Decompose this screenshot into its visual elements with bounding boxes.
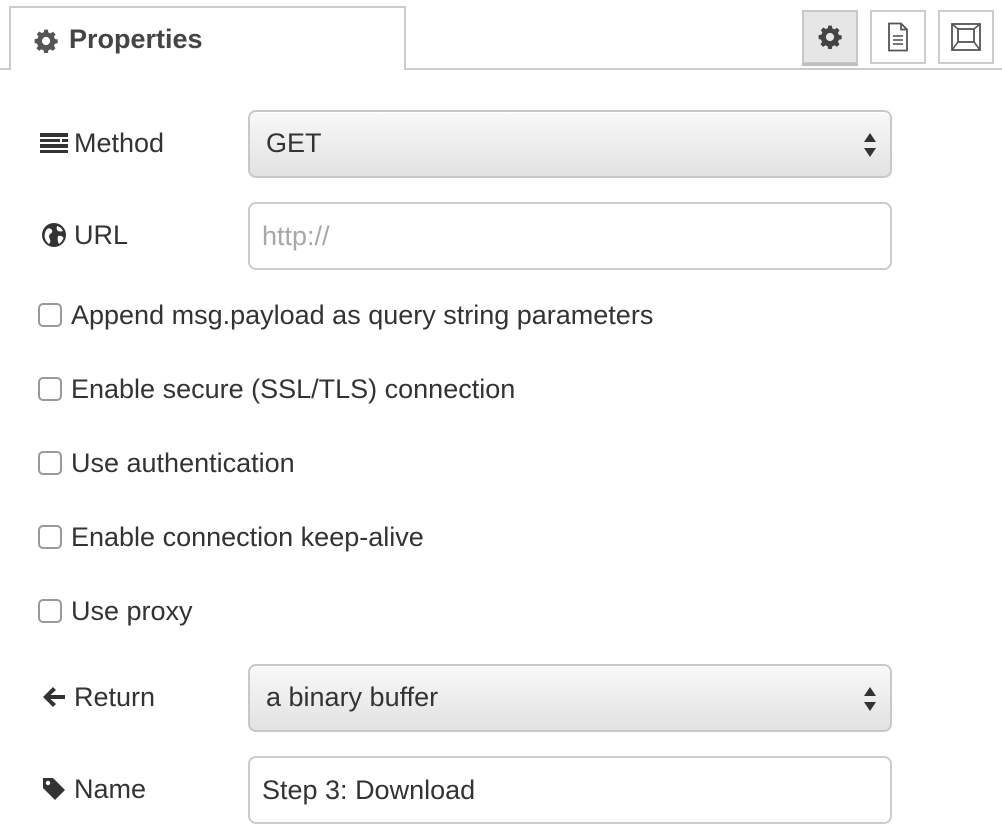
- url-input[interactable]: [248, 202, 892, 270]
- append-payload-checkbox[interactable]: [38, 303, 62, 327]
- return-label: Return: [40, 679, 155, 715]
- ssl-label: Enable secure (SSL/TLS) connection: [71, 373, 516, 404]
- proxy-label: Use proxy: [71, 595, 193, 626]
- description-button[interactable]: [870, 10, 926, 64]
- keep-alive-label: Enable connection keep-alive: [71, 521, 424, 552]
- select-arrows-icon: [862, 684, 878, 714]
- method-select-value: GET: [266, 128, 322, 158]
- return-select[interactable]: a binary buffer: [248, 664, 892, 732]
- append-payload-label: Append msg.payload as query string param…: [71, 299, 654, 330]
- globe-icon: [40, 221, 68, 249]
- gear-icon: [817, 24, 843, 50]
- checkbox-row-proxy[interactable]: Use proxy: [38, 593, 193, 629]
- frame-icon: [950, 22, 982, 52]
- proxy-checkbox[interactable]: [38, 599, 62, 623]
- gear-icon: [33, 28, 59, 54]
- tab-strip: Properties: [0, 0, 1002, 70]
- tab-properties[interactable]: Properties: [9, 6, 406, 70]
- properties-panel: Properties Method GET URL http:// Append…: [0, 0, 1002, 838]
- name-label: Name: [40, 771, 146, 807]
- settings-button[interactable]: [802, 10, 858, 66]
- url-label: URL: [40, 217, 128, 253]
- appearance-button[interactable]: [938, 10, 994, 64]
- return-select-value: a binary buffer: [266, 682, 439, 712]
- arrow-left-icon: [40, 683, 68, 711]
- url-label-text: URL: [74, 219, 129, 250]
- tab-properties-label: Properties: [69, 24, 203, 54]
- document-icon: [886, 22, 910, 52]
- method-label-text: Method: [74, 127, 165, 158]
- keep-alive-checkbox[interactable]: [38, 525, 62, 549]
- return-label-text: Return: [74, 681, 156, 712]
- ssl-checkbox[interactable]: [38, 377, 62, 401]
- tag-icon: [40, 775, 68, 803]
- checkbox-row-append-payload[interactable]: Append msg.payload as query string param…: [38, 297, 653, 333]
- authentication-label: Use authentication: [71, 447, 295, 478]
- checkbox-row-ssl[interactable]: Enable secure (SSL/TLS) connection: [38, 371, 515, 407]
- method-label: Method: [40, 125, 164, 161]
- name-label-text: Name: [74, 773, 147, 804]
- name-input[interactable]: [248, 756, 892, 824]
- checkbox-row-authentication[interactable]: Use authentication: [38, 445, 295, 481]
- select-arrows-icon: [862, 130, 878, 160]
- method-select[interactable]: GET: [248, 110, 892, 178]
- list-icon: [40, 129, 68, 157]
- checkbox-row-keep-alive[interactable]: Enable connection keep-alive: [38, 519, 424, 555]
- authentication-checkbox[interactable]: [38, 451, 62, 475]
